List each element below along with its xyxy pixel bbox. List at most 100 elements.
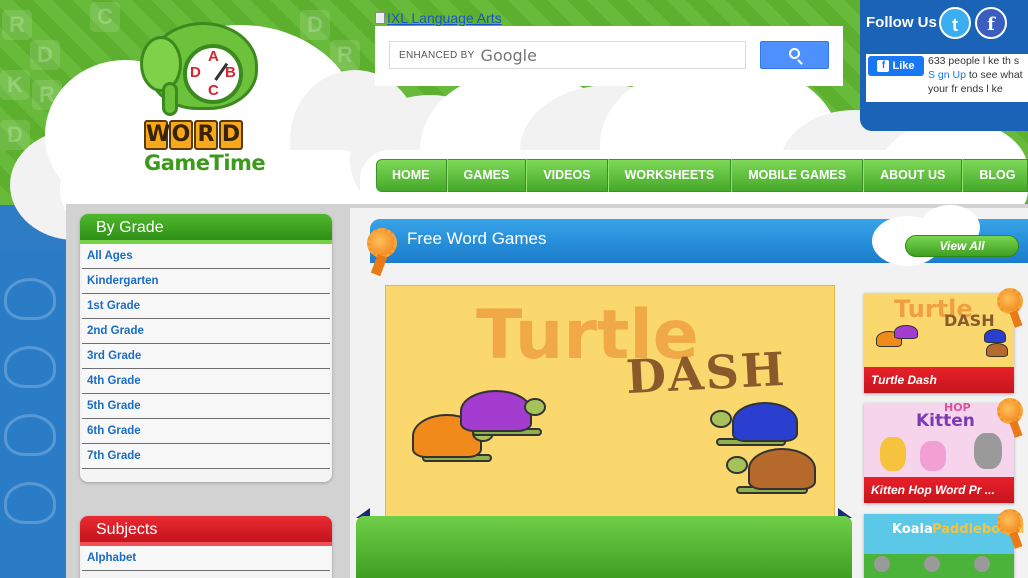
ixl-ad-link[interactable]: IXL Language Arts — [375, 10, 502, 26]
thumb-art-title: Koala — [892, 522, 933, 537]
thumb-image: Kitten HOP — [864, 401, 1014, 477]
like-label: Like — [892, 60, 915, 72]
grade-link-all-ages[interactable]: All Ages — [82, 244, 330, 269]
nav-about-us[interactable]: ABOUT US — [863, 159, 963, 192]
bg-letter-tile: R — [2, 10, 32, 40]
bg-letter-tile: D — [30, 40, 60, 70]
ribbon-award-icon — [997, 398, 1023, 424]
ribbon-award-icon — [367, 228, 397, 258]
elephant-pattern-icon — [4, 414, 56, 456]
clock-icon: A B C D — [183, 44, 243, 104]
facebook-like-button[interactable]: f Like — [868, 56, 924, 76]
grade-link-1st[interactable]: 1st Grade — [82, 294, 330, 319]
game-thumb-turtle-dash[interactable]: Turtle DASH Turtle Dash — [864, 293, 1014, 393]
subjects-title: Subjects — [80, 516, 332, 546]
grade-link-5th[interactable]: 5th Grade — [82, 394, 330, 419]
search-box: ENHANCED BY Google — [375, 26, 843, 86]
nav-mobile-games[interactable]: MOBILE GAMES — [731, 159, 864, 192]
thumb-image: Turtle DASH — [864, 293, 1014, 367]
follow-us-panel: Follow Us t f f Like 633 people l ke th … — [860, 0, 1028, 131]
thumb-art-title: Kitten — [916, 411, 975, 431]
featured-game-turtle-dash[interactable]: Turtle DASH — [385, 285, 835, 517]
ribbon-award-icon — [997, 288, 1023, 314]
nav-home[interactable]: HOME — [377, 159, 447, 192]
site-logo[interactable]: A B C D W O R D GameTime — [140, 22, 275, 182]
ribbon-award-icon — [997, 509, 1023, 535]
bg-letter-tile: C — [90, 2, 120, 32]
featured-title-art-2: DASH — [624, 341, 788, 405]
featured-play-bar[interactable] — [356, 516, 852, 578]
subject-link-alphabet[interactable]: Alphabet — [82, 546, 330, 571]
turtle-head — [726, 456, 748, 474]
logo-subtitle: GameTime — [144, 151, 266, 175]
elephant-pattern-icon — [4, 482, 56, 524]
enhanced-by-label: ENHANCED BY — [399, 49, 475, 61]
purple-turtle-icon — [460, 390, 532, 432]
facebook-small-icon: f — [877, 60, 890, 72]
nav-games[interactable]: GAMES — [446, 159, 527, 192]
thumb-image: Koala Paddleboard — [864, 514, 1025, 578]
elephant-trunk — [162, 82, 178, 116]
grade-link-3rd[interactable]: 3rd Grade — [82, 344, 330, 369]
thumb-art-title-2: DASH — [944, 311, 995, 330]
twitter-icon[interactable]: t — [939, 7, 971, 39]
signup-link[interactable]: S gn Up — [928, 69, 966, 81]
logo-word-tiles: W O R D — [144, 120, 243, 150]
nav-videos[interactable]: VIDEOS — [526, 159, 608, 192]
facebook-like-widget: f Like 633 people l ke th s S gn Up to s… — [866, 54, 1028, 102]
facebook-like-text: 633 people l ke th s S gn Up to see what… — [928, 54, 1028, 96]
side-band — [0, 250, 70, 578]
like-count: 633 people l ke th s — [928, 55, 1020, 67]
blue-turtle-icon — [732, 402, 798, 442]
turtle-head — [524, 398, 546, 416]
google-logo: Google — [480, 45, 537, 65]
ixl-link-text: IXL Language Arts — [387, 10, 502, 26]
turtle-head — [710, 410, 732, 428]
by-grade-title: By Grade — [80, 214, 332, 244]
game-thumb-kitten-hop[interactable]: Kitten HOP Kitten Hop Word Pr ... — [864, 401, 1014, 503]
pink-kitten-icon — [920, 441, 946, 471]
elephant-pattern-icon — [4, 346, 56, 388]
thumb-label: Turtle Dash — [864, 367, 1014, 393]
subjects-box: Subjects Alphabet — [80, 516, 332, 578]
search-icon — [789, 48, 800, 59]
gray-kitten-icon — [974, 433, 1002, 469]
broken-image-icon — [375, 12, 385, 24]
logo-letter-tile: D — [219, 120, 243, 150]
clock-letter: A — [208, 48, 219, 65]
logo-letter-tile: R — [194, 120, 218, 150]
clock-letter: C — [208, 82, 219, 99]
search-input[interactable]: ENHANCED BY Google — [389, 41, 746, 69]
koala-icon — [924, 556, 940, 572]
thumb-art-title-2: HOP — [944, 401, 971, 414]
facebook-icon[interactable]: f — [975, 7, 1007, 39]
koala-icon — [874, 556, 890, 572]
blue-turtle-icon — [984, 329, 1006, 343]
free-word-games-title: Free Word Games — [407, 229, 547, 248]
bg-letter-tile: D — [0, 120, 30, 150]
grade-link-2nd[interactable]: 2nd Grade — [82, 319, 330, 344]
brown-turtle-icon — [748, 448, 816, 490]
main-nav: HOME GAMES VIDEOS WORKSHEETS MOBILE GAME… — [376, 159, 1028, 192]
view-all-button[interactable]: View All — [905, 235, 1019, 257]
purple-turtle-icon — [894, 325, 918, 339]
brown-turtle-icon — [986, 343, 1008, 357]
bg-letter-tile: D — [300, 10, 330, 40]
grade-link-7th[interactable]: 7th Grade — [82, 444, 330, 469]
search-button[interactable] — [760, 41, 829, 69]
grade-link-6th[interactable]: 6th Grade — [82, 419, 330, 444]
logo-letter-tile: W — [144, 120, 170, 150]
logo-letter-tile: O — [169, 120, 193, 150]
grade-link-kindergarten[interactable]: Kindergarten — [82, 269, 330, 294]
game-thumb-koala-paddleboard[interactable]: Koala Paddleboard — [864, 514, 1025, 578]
nav-blog[interactable]: BLOG — [962, 159, 1028, 192]
koala-icon — [974, 556, 990, 572]
clock-letter: D — [190, 64, 201, 81]
grade-link-4th[interactable]: 4th Grade — [82, 369, 330, 394]
follow-us-title: Follow Us — [866, 14, 937, 31]
nav-worksheets[interactable]: WORKSHEETS — [607, 159, 732, 192]
thumb-label: Kitten Hop Word Pr ... — [864, 477, 1014, 503]
by-grade-box: By Grade All Ages Kindergarten 1st Grade… — [80, 214, 332, 482]
bg-letter-tile: K — [0, 70, 30, 100]
yellow-kitten-icon — [880, 437, 906, 471]
